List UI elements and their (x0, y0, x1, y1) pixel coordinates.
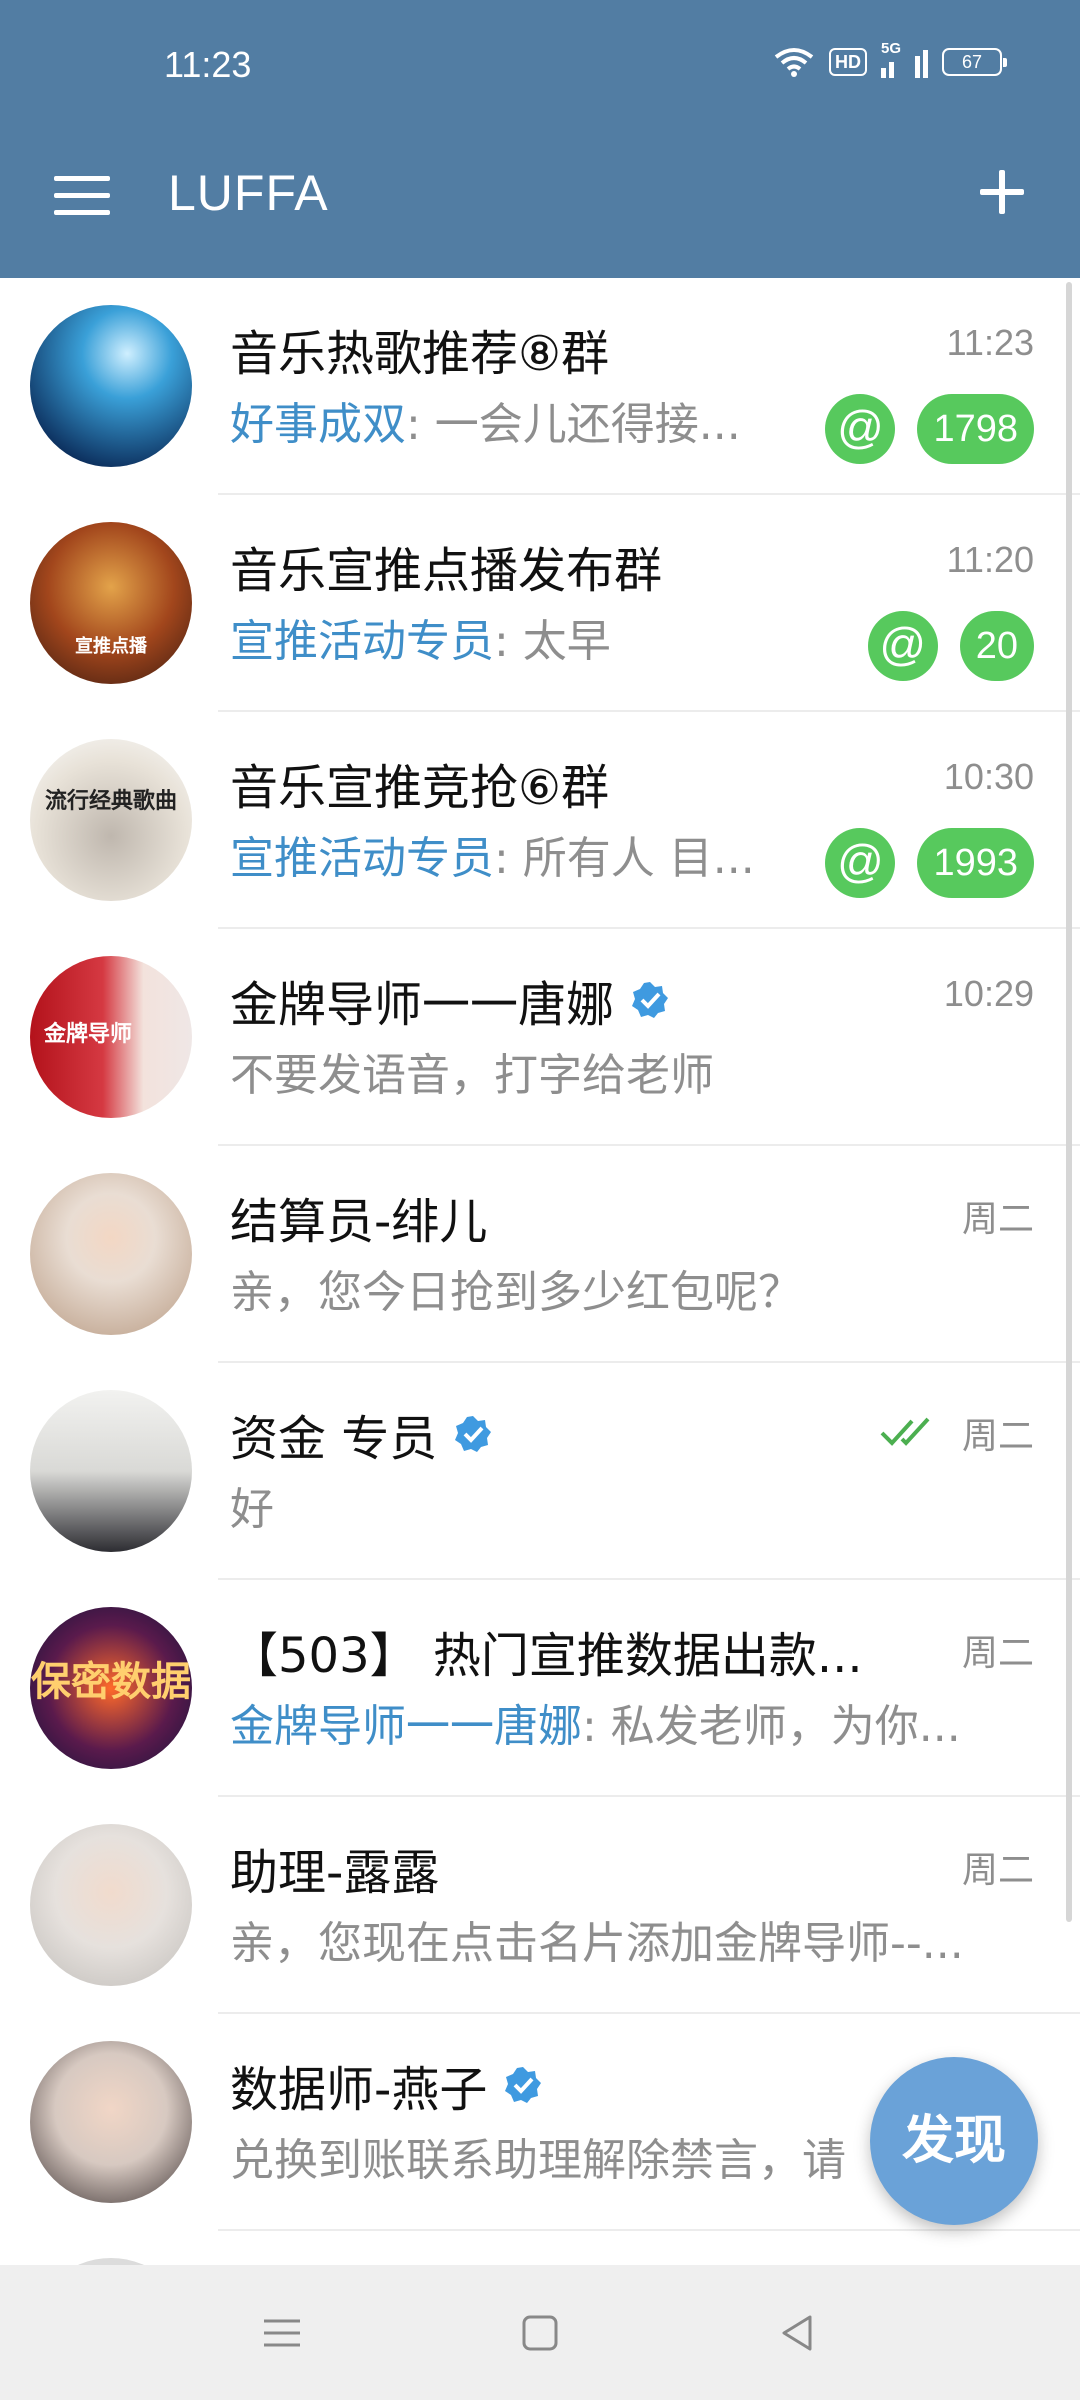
chat-time: 周二 (961, 1632, 1034, 1673)
verified-badge-icon (632, 982, 669, 1018)
recents-menu-icon[interactable] (258, 2309, 306, 2357)
chat-preview: 金牌导师一一唐娜: 私发老师，为你... (230, 1701, 961, 1752)
avatar-text: 宣推点播 (75, 636, 147, 657)
chat-list: 音乐热歌推荐⑧群 11:23 好事成双: 一会儿还得接... @ 1798 宣推… (0, 278, 1080, 2265)
discover-fab-button[interactable]: 发现 (870, 2057, 1038, 2225)
status-time: 11:23 (164, 44, 252, 85)
menu-icon[interactable] (54, 176, 110, 216)
chat-time: 11:23 (946, 322, 1034, 363)
chat-time: 10:29 (943, 973, 1034, 1014)
double-check-read-icon (880, 1417, 930, 1446)
chat-time: 周二 (961, 1849, 1034, 1890)
unread-count-badge[interactable]: 20 (959, 611, 1034, 681)
chat-time: 周二 (961, 1198, 1034, 1239)
home-square-icon[interactable] (516, 2309, 564, 2357)
chat-name: 资金 专员 (230, 1399, 493, 1469)
badges: @ 1993 (825, 828, 1034, 898)
avatar: 保密数据 (30, 1607, 192, 1769)
chat-row[interactable]: 金牌导师 金牌导师一一唐娜 10:29 不要发语音，打字给老师 (0, 929, 1080, 1146)
chat-preview: 兑换到账联系助理解除禁言，请 (230, 2135, 846, 2186)
avatar: 流行经典歌曲 (30, 739, 192, 901)
avatar-text: 流行经典歌曲 (44, 788, 177, 814)
chat-name: 结算员-绯儿 (230, 1194, 488, 1250)
app-bar: 11:23 HD 5G 67 LUFFA (0, 0, 1080, 278)
unread-count-badge[interactable]: 1798 (917, 394, 1034, 464)
chat-time: 10:30 (943, 756, 1034, 797)
verified-badge-icon (505, 2067, 542, 2103)
avatar-text: 金牌导师 (44, 1022, 133, 1047)
avatar: 金牌导师 (30, 956, 192, 1118)
preview-sender: 宣推活动专员 (230, 616, 494, 667)
back-triangle-icon[interactable] (774, 2309, 822, 2357)
chat-name: 助理-露露 (230, 1845, 440, 1901)
battery-level: 67 (961, 52, 983, 72)
chat-name: 数据师-燕子 (230, 2050, 543, 2120)
chat-row[interactable]: 结算员-绯儿 周二 亲，您今日抢到多少红包呢？ (0, 1146, 1080, 1363)
system-nav-bar (0, 2265, 1080, 2400)
chat-name: 金牌导师一一唐娜 (230, 965, 670, 1035)
avatar-text: 保密数据 (31, 1659, 191, 1705)
chat-row[interactable]: 资金 专员 周二 好 (0, 1363, 1080, 1580)
new-chat-plus-icon[interactable] (978, 168, 1026, 216)
chat-time: 周二 (961, 1415, 1034, 1456)
chat-row[interactable]: 宣推点播 音乐宣推点播发布群 11:20 宣推活动专员: 太早 @ 20 (0, 495, 1080, 712)
scrollbar[interactable] (1066, 282, 1072, 1922)
hd-icon: HD (829, 48, 867, 76)
signal-icon: 5G (881, 40, 928, 78)
preview-sender: 好事成双 (230, 399, 406, 450)
avatar: 宣推点播 (30, 522, 192, 684)
preview-sender: 金牌导师一一唐娜 (230, 1701, 582, 1752)
chat-row[interactable]: 保密数据 【503】 热门宣推数据出款... 周二 金牌导师一一唐娜: 私发老师… (0, 1580, 1080, 1797)
wifi-icon (774, 48, 814, 77)
chat-row[interactable]: 助理-露露 周二 亲，您现在点击名片添加金牌导师--... (0, 1797, 1080, 2014)
mention-badge[interactable]: @ (825, 394, 896, 464)
badges: @ 1798 (825, 394, 1034, 464)
avatar (30, 2258, 192, 2265)
chat-time: 11:20 (946, 539, 1034, 580)
status-icons: HD 5G 67 (773, 40, 1007, 78)
chat-name: 音乐宣推点播发布群 (230, 543, 663, 599)
chat-preview: 宣推活动专员: 所有人 目... (230, 833, 755, 884)
badges: @ 20 (867, 611, 1034, 681)
avatar (30, 1390, 192, 1552)
chat-preview: 亲，您今日抢到多少红包呢？ (230, 1267, 802, 1318)
chat-preview: 亲，您现在点击名片添加金牌导师--... (230, 1918, 964, 1969)
chat-name: 音乐宣推竞抢⑥群 (230, 760, 610, 816)
avatar (30, 305, 192, 467)
verified-badge-icon (455, 1416, 492, 1452)
chat-row[interactable]: 音乐热歌推荐⑧群 11:23 好事成双: 一会儿还得接... @ 1798 (0, 278, 1080, 495)
chat-name: 音乐热歌推荐⑧群 (230, 326, 610, 382)
avatar (30, 2041, 192, 2203)
mention-badge[interactable]: @ (867, 611, 938, 681)
signal-label: 5G (881, 40, 902, 57)
chat-row[interactable] (0, 2231, 1080, 2265)
mention-badge[interactable]: @ (825, 828, 896, 898)
app-title: LUFFA (168, 165, 329, 221)
chat-row[interactable]: 流行经典歌曲 音乐宣推竞抢⑥群 10:30 宣推活动专员: 所有人 目... @… (0, 712, 1080, 929)
avatar (30, 1173, 192, 1335)
chat-preview: 好事成双: 一会儿还得接... (230, 399, 741, 450)
battery-icon: 67 (942, 48, 1007, 76)
chat-name: 【503】 热门宣推数据出款... (230, 1628, 863, 1684)
avatar (30, 1824, 192, 1986)
chat-preview: 宣推活动专员: 太早 (230, 616, 611, 667)
chat-preview: 好 (230, 1484, 274, 1535)
unread-count-badge[interactable]: 1993 (917, 828, 1034, 898)
chat-preview: 不要发语音，打字给老师 (230, 1050, 714, 1101)
preview-sender: 宣推活动专员 (230, 833, 494, 884)
